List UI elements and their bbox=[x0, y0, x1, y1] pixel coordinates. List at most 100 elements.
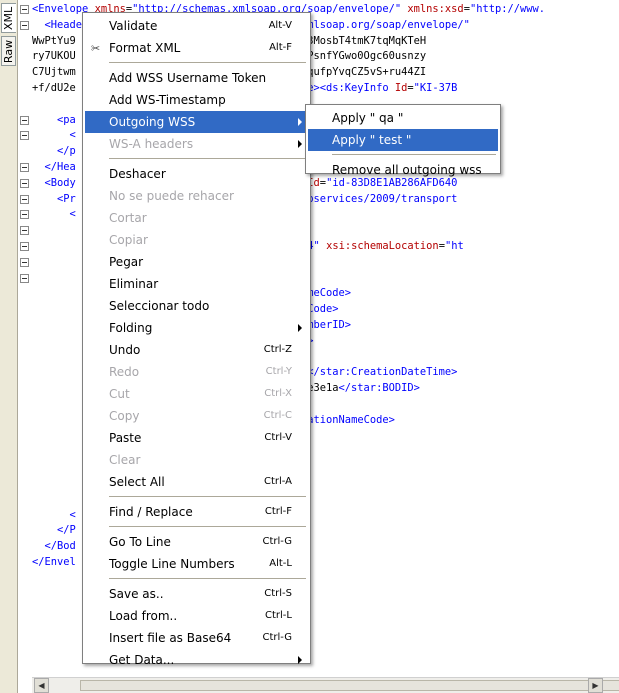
menu-separator bbox=[109, 62, 306, 63]
menu-item-folding[interactable]: Folding bbox=[85, 317, 308, 339]
menu-item-shortcut: Ctrl-C bbox=[263, 410, 292, 421]
fold-toggle-icon[interactable] bbox=[20, 242, 29, 251]
menu-item-shortcut: Ctrl-V bbox=[264, 432, 292, 443]
code-token: <pa bbox=[32, 113, 76, 126]
menu-item-ws-a-headers: WS-A headers bbox=[85, 133, 308, 155]
code-token: </Bod bbox=[32, 540, 76, 553]
menu-separator bbox=[109, 578, 306, 579]
menu-item-label: Seleccionar todo bbox=[109, 299, 210, 313]
fold-toggle-icon[interactable] bbox=[20, 131, 29, 141]
code-line: < bbox=[32, 207, 76, 223]
menu-item-label: Save as.. bbox=[109, 587, 164, 601]
menu-item-label: WS-A headers bbox=[109, 137, 194, 151]
code-token: </Hea bbox=[32, 161, 76, 173]
menu-item-label: Undo bbox=[109, 343, 141, 357]
menu-item-label: Pegar bbox=[109, 255, 144, 269]
horizontal-scrollbar[interactable]: ◀ ▶ bbox=[32, 677, 619, 693]
menu-item-pegar[interactable]: Pegar bbox=[85, 251, 308, 273]
fold-toggle-icon[interactable] bbox=[20, 273, 29, 283]
menu-item-label: Cut bbox=[109, 387, 130, 401]
format-icon: ✂ bbox=[91, 42, 101, 55]
menu-item-clear: Clear bbox=[85, 449, 308, 471]
code-token: "KI-37B bbox=[413, 82, 458, 94]
side-tab-bar: XML Raw bbox=[0, 0, 18, 693]
menu-item-get-data[interactable]: Get Data... bbox=[85, 649, 308, 671]
menu-item-remove-all-outgoing-wss[interactable]: Remove all outgoing wss bbox=[308, 159, 498, 181]
menu-item-outgoing-wss[interactable]: Outgoing WSS bbox=[85, 111, 308, 133]
menu-item-eliminar[interactable]: Eliminar bbox=[85, 273, 308, 295]
menu-item-apply-qa[interactable]: Apply " qa " bbox=[308, 107, 498, 129]
menu-item-label: Toggle Line Numbers bbox=[109, 557, 235, 571]
menu-item-shortcut: Ctrl-G bbox=[262, 536, 292, 547]
submenu-arrow-icon bbox=[298, 656, 302, 664]
menu-item-no-se-puede-rehacer: No se puede rehacer bbox=[85, 185, 308, 207]
menu-item-label: Load from.. bbox=[109, 609, 178, 623]
menu-item-label: Get Data... bbox=[109, 653, 175, 667]
code-line: </P bbox=[32, 523, 76, 539]
menu-item-undo[interactable]: Undo Ctrl-Z bbox=[85, 339, 308, 361]
code-line: </Hea bbox=[32, 160, 76, 176]
menu-item-label: Eliminar bbox=[109, 277, 159, 291]
tab-raw[interactable]: Raw bbox=[1, 36, 16, 66]
code-token: </Envel bbox=[32, 556, 76, 568]
menu-item-label: Remove all outgoing wss bbox=[332, 163, 482, 177]
menu-item-label: Select All bbox=[109, 475, 165, 489]
code-token: </star:CreationDateTime> bbox=[307, 366, 458, 379]
menu-item-copiar: Copiar bbox=[85, 229, 308, 251]
menu-item-shortcut: Alt-V bbox=[268, 20, 292, 31]
menu-item-deshacer[interactable]: Deshacer bbox=[85, 163, 308, 185]
menu-item-add-ws-timestamp[interactable]: Add WS-Timestamp bbox=[85, 89, 308, 111]
menu-item-toggle-line-numbers[interactable]: Toggle Line Numbers Alt-L bbox=[85, 553, 308, 575]
menu-item-label: Clear bbox=[109, 453, 141, 467]
menu-item-select-all[interactable]: Select All Ctrl-A bbox=[85, 471, 308, 493]
tab-xml[interactable]: XML bbox=[1, 3, 16, 33]
code-line: </Bod bbox=[32, 539, 76, 555]
menu-item-apply-test[interactable]: Apply " test " bbox=[308, 129, 498, 151]
menu-item-go-to-line[interactable]: Go To Line Ctrl-G bbox=[85, 531, 308, 553]
menu-item-add-wss-username-token[interactable]: Add WSS Username Token bbox=[85, 67, 308, 89]
fold-toggle-icon[interactable] bbox=[20, 178, 29, 188]
menu-item-shortcut: Ctrl-Y bbox=[265, 366, 292, 377]
menu-item-format-xml[interactable]: ✂ Format XML Alt-F bbox=[85, 37, 308, 59]
menu-item-save-as[interactable]: Save as.. Ctrl-S bbox=[85, 583, 308, 605]
outgoing-wss-submenu: Apply " qa " Apply " test " Remove all out… bbox=[305, 104, 501, 177]
code-token: < bbox=[32, 129, 76, 142]
fold-toggle-icon[interactable] bbox=[20, 210, 29, 220]
menu-item-load-from[interactable]: Load from.. Ctrl-L bbox=[85, 605, 308, 627]
fold-toggle-icon[interactable] bbox=[20, 115, 29, 125]
menu-item-shortcut: Ctrl-F bbox=[264, 506, 292, 517]
menu-item-paste[interactable]: Paste Ctrl-V bbox=[85, 427, 308, 449]
fold-toggle-icon[interactable] bbox=[20, 194, 29, 204]
menu-item-label: Redo bbox=[109, 365, 140, 379]
menu-item-insert-file-as-base64[interactable]: Insert file as Base64 Ctrl-G bbox=[85, 627, 308, 649]
menu-item-shortcut: Ctrl-X bbox=[264, 388, 292, 399]
menu-item-seleccionar-todo[interactable]: Seleccionar todo bbox=[85, 295, 308, 317]
code-token: xmlns:xsd bbox=[407, 3, 464, 15]
fold-toggle-icon[interactable] bbox=[20, 163, 29, 172]
code-token: xsi:schemaLocation bbox=[326, 240, 439, 252]
fold-gutter bbox=[18, 2, 32, 676]
scroll-left-button[interactable]: ◀ bbox=[34, 678, 49, 693]
menu-separator bbox=[332, 154, 496, 155]
submenu-arrow-icon bbox=[298, 324, 302, 332]
menu-item-label: Folding bbox=[109, 321, 153, 335]
fold-toggle-icon[interactable] bbox=[20, 226, 29, 236]
fold-toggle-icon[interactable] bbox=[20, 5, 29, 14]
code-token: Id bbox=[394, 82, 408, 94]
menu-item-label: Copiar bbox=[109, 233, 148, 247]
menu-item-label: Deshacer bbox=[109, 167, 166, 181]
code-token: +f/dU2e bbox=[32, 82, 76, 94]
code-token: WwPtYu9 bbox=[32, 34, 76, 47]
menu-item-shortcut: Alt-F bbox=[269, 42, 292, 53]
fold-toggle-icon[interactable] bbox=[20, 257, 29, 267]
menu-item-validate[interactable]: Validate Alt-V bbox=[85, 15, 308, 37]
code-token: <Body bbox=[32, 176, 76, 189]
menu-item-label: Find / Replace bbox=[109, 505, 193, 519]
menu-item-label: Paste bbox=[109, 431, 142, 445]
scroll-right-button[interactable]: ▶ bbox=[588, 678, 603, 693]
tab-xml-label: XML bbox=[2, 6, 16, 30]
scroll-thumb[interactable] bbox=[80, 680, 619, 691]
menu-item-find-replace[interactable]: Find / Replace Ctrl-F bbox=[85, 501, 308, 523]
menu-item-label: Insert file as Base64 bbox=[109, 631, 232, 645]
fold-toggle-icon[interactable] bbox=[20, 20, 29, 30]
